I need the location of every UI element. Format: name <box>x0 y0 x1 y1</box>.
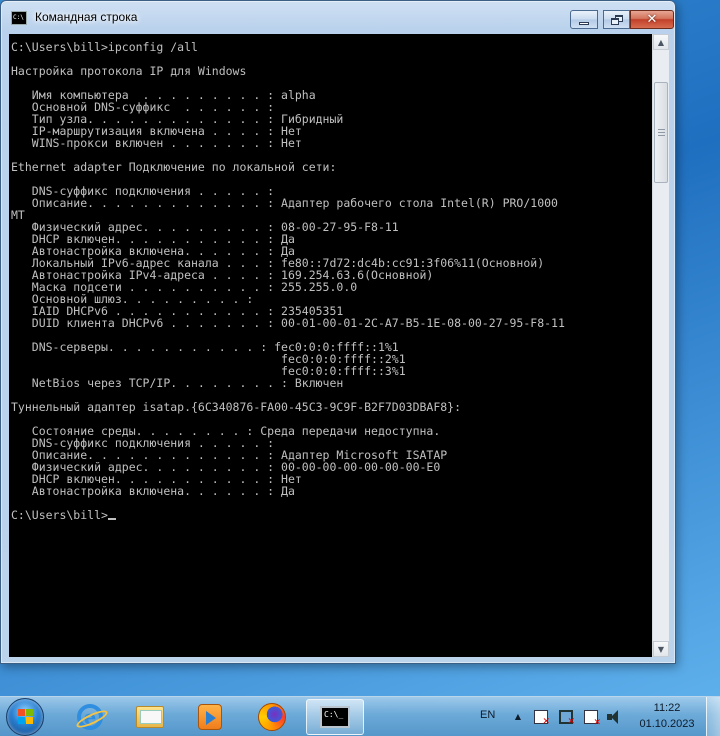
taskbar-firefox[interactable] <box>246 699 298 735</box>
console-line: Ethernet adapter Подключение по локально… <box>11 160 337 174</box>
taskbar-command-prompt[interactable]: C:\_ <box>306 699 364 735</box>
cmd-window-icon[interactable]: C:\ <box>11 11 27 25</box>
console-window: C:\ Командная строка ✕ C:\Users\bill>ipc… <box>0 0 676 664</box>
clock-date: 01.10.2023 <box>639 718 695 730</box>
media-player-icon <box>198 704 222 730</box>
action-center-flag-icon[interactable] <box>534 710 550 727</box>
restore-icon <box>610 14 623 25</box>
notification-icon[interactable] <box>584 710 601 728</box>
console-output[interactable]: C:\Users\bill>ipconfig /all Настройка про… <box>9 34 652 657</box>
console-line: WINS-прокси включен . . . . . . . : Нет <box>11 136 302 150</box>
language-indicator[interactable]: EN <box>480 709 495 721</box>
grip-icon <box>658 129 665 137</box>
clock-time: 11:22 <box>653 702 681 714</box>
console-line: NetBios через TCP/IP. . . . . . . . : Вк… <box>11 376 344 390</box>
restore-button[interactable] <box>603 10 630 29</box>
vertical-scrollbar[interactable]: ▲ ▼ <box>652 34 669 657</box>
cursor-caret <box>107 518 116 520</box>
show-desktop-button[interactable] <box>706 697 720 736</box>
minimize-icon <box>579 21 589 25</box>
folder-icon <box>136 706 164 728</box>
console-line: Настройка протокола IP для Windows <box>11 64 247 78</box>
scroll-thumb[interactable] <box>654 82 668 183</box>
window-title: Командная строка <box>35 10 138 24</box>
console-line: Автонастройка включена. . . . . . : Да <box>11 484 295 498</box>
volume-icon[interactable] <box>607 710 621 724</box>
system-clock[interactable]: 11:22 01.10.2023 <box>634 700 700 732</box>
firefox-icon <box>258 703 286 731</box>
start-button[interactable] <box>6 698 44 736</box>
cmd-icon: C:\_ <box>320 706 350 728</box>
minimize-button[interactable] <box>570 10 598 29</box>
taskbar: e C:\_ EN ▲ 11:22 01.10.2023 <box>0 696 720 736</box>
internet-explorer-icon: e <box>74 704 110 731</box>
console-line: C:\Users\bill> <box>11 509 565 521</box>
close-button[interactable]: ✕ <box>630 10 674 29</box>
console-line: Туннельный адаптер isatap.{6C340876-FA00… <box>11 400 462 414</box>
console-text: C:\Users\bill>ipconfig /all Настройка про… <box>11 41 565 521</box>
taskbar-media-player[interactable] <box>184 699 236 735</box>
console-line: C:\Users\bill>ipconfig /all <box>11 40 198 54</box>
scroll-up-button[interactable]: ▲ <box>653 34 669 50</box>
console-line: Описание. . . . . . . . . . . . . : Адап… <box>11 196 558 210</box>
taskbar-explorer[interactable] <box>124 699 176 735</box>
console-line: DUID клиента DHCPv6 . . . . . . . : 00-0… <box>11 316 565 330</box>
taskbar-internet-explorer[interactable]: e <box>64 699 116 735</box>
scroll-down-button[interactable]: ▼ <box>653 641 669 657</box>
network-icon[interactable] <box>559 710 575 727</box>
show-hidden-icons-icon[interactable]: ▲ <box>511 710 525 724</box>
windows-flag-icon <box>18 709 34 725</box>
close-icon: ✕ <box>646 12 658 27</box>
title-bar[interactable]: C:\ Командная строка ✕ <box>1 1 675 35</box>
